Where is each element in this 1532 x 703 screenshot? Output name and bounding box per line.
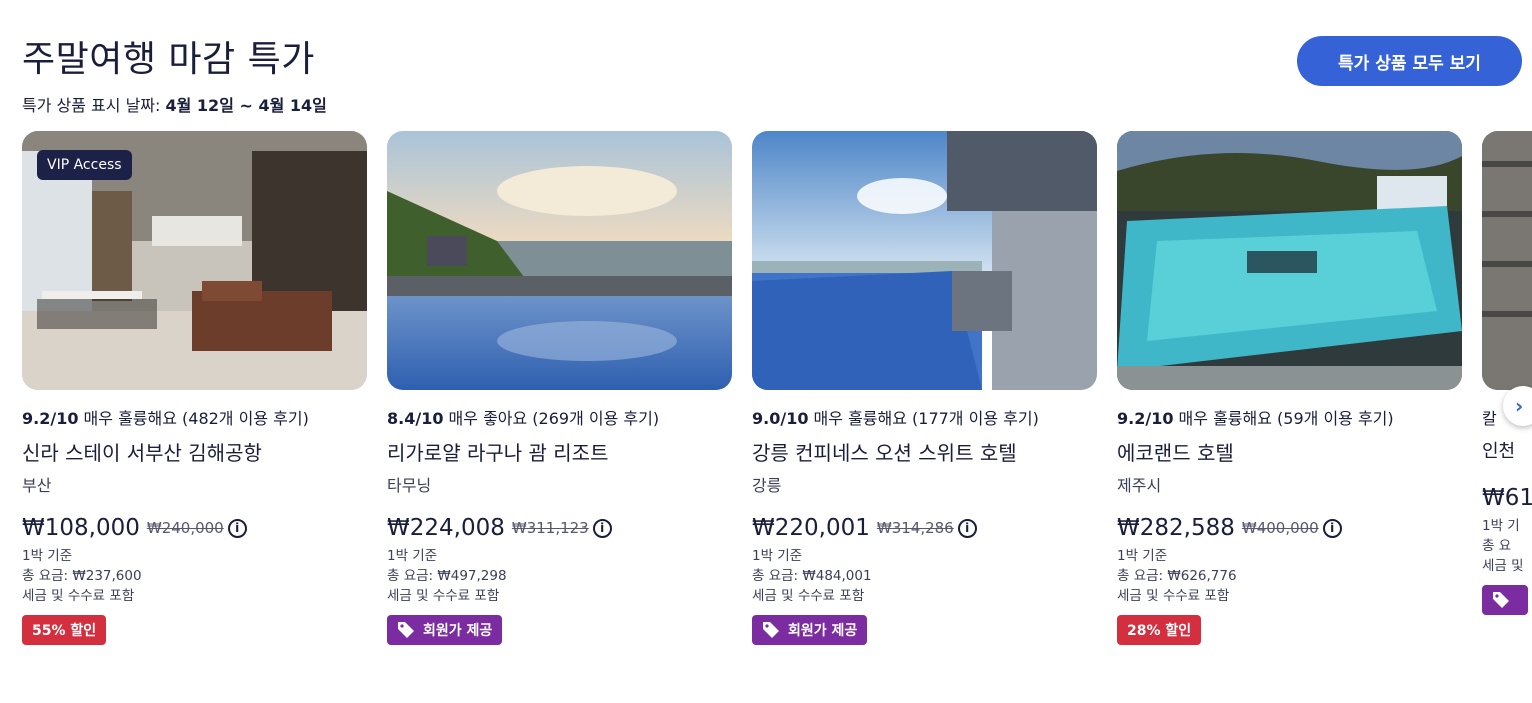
rating-score: 9.2/10 [22,409,79,428]
rating-text: 매우 좋아요 (269개 이용 후기) [443,409,660,428]
deal-date-line: 특가 상품 표시 날짜: 4월 12일 ~ 4월 14일 [22,92,327,116]
info-icon[interactable]: i [592,518,612,538]
see-all-deals-button[interactable]: 특가 상품 모두 보기 [1297,36,1522,86]
hotel-location: 제주시 [1117,476,1162,495]
tax-note: 세금 및 수수료 포함 [22,588,135,604]
rating-text: 매우 훌륭해요 (59개 이용 후기) [1173,409,1394,428]
per-night-label: 1박 기준 [1117,548,1168,564]
price-row: ₩108,000 ₩240,000 i [22,515,367,541]
current-price: ₩220,001 [752,515,870,541]
rating-score: 9.2/10 [1117,409,1174,428]
tax-note: 세금 및 수수료 포함 [387,588,500,604]
current-price: ₩61 [1482,485,1532,511]
hotel-photo[interactable] [1482,131,1532,390]
hotel-name[interactable]: 리가로얄 라구나 괌 리조트 [387,437,732,466]
tax-note: 세금 및 수수료 포함 [752,588,865,604]
hotel-location: 부산 [22,476,52,495]
price-row: ₩282,588 ₩400,000 i [1117,515,1462,541]
hotel-photo[interactable] [752,131,1097,390]
hotel-name[interactable]: 신라 스테이 서부산 김해공항 [22,437,367,466]
total-price: 총 요금: ₩626,776 [1117,568,1237,584]
guest-rating: 8.4/10 매우 좋아요 (269개 이용 후기) [387,405,732,429]
hotel-location: 타무닝 [387,476,432,495]
info-icon[interactable]: i [227,518,247,538]
rating-score: 9.0/10 [752,409,809,428]
tax-note: 세금 및 수수료 포함 [1117,588,1230,604]
price-row: ₩220,001 ₩314,286 i [752,515,1097,541]
member-price-badge [1482,585,1528,615]
hotel-name[interactable]: 강릉 컨피네스 오션 스위트 호텔 [752,437,1097,466]
member-price-label: 회원가 제공 [788,623,858,639]
brick-wall-image [1482,131,1532,390]
hotel-card[interactable]: VIP Access 9.2/10 매우 훌륭해요 (482개 이용 후기) 신… [22,131,367,645]
original-price: ₩400,000 [1241,519,1319,537]
guest-rating: 9.2/10 매우 훌륭해요 (59개 이용 후기) [1117,405,1462,429]
discount-label: 55% 할인 [32,623,97,639]
tag-icon [763,622,779,638]
discount-badge: 28% 할인 [1117,615,1202,645]
info-icon[interactable]: i [957,518,977,538]
current-price: ₩282,588 [1117,515,1235,541]
per-night-label: 1박 기 [1482,518,1520,534]
chevron-right-icon: › [1515,394,1524,418]
discount-label: 28% 할인 [1127,623,1192,639]
per-night-label: 1박 기준 [387,548,438,564]
rating-score: 8.4/10 [387,409,444,428]
hotel-location: 강릉 [752,476,782,495]
guest-rating: 9.0/10 매우 훌륭해요 (177개 이용 후기) [752,405,1097,429]
info-icon[interactable]: i [1322,518,1342,538]
original-price: ₩311,123 [511,519,589,537]
hotel-card[interactable]: 9.0/10 매우 훌륭해요 (177개 이용 후기) 강릉 컨피네스 오션 스… [752,131,1097,645]
night-pool-image [1117,131,1462,390]
hotel-card[interactable]: 칼 인천 ₩61 1박 기 총 요 세금 및 [1482,131,1532,615]
per-night-label: 1박 기준 [22,548,73,564]
vip-access-badge: VIP Access [37,150,132,180]
tax-note: 세금 및 [1482,558,1524,574]
hotel-name[interactable]: 에코랜드 호텔 [1117,437,1462,466]
deals-carousel: VIP Access 9.2/10 매우 훌륭해요 (482개 이용 후기) 신… [22,131,1532,671]
member-price-badge: 회원가 제공 [387,615,503,645]
hotel-photo[interactable] [387,131,732,390]
current-price: ₩108,000 [22,515,140,541]
price-row: ₩224,008 ₩311,123 i [387,515,732,541]
guest-rating: 9.2/10 매우 훌륭해요 (482개 이용 후기) [22,405,367,429]
rating-text: 칼 [1482,409,1497,428]
rating-text: 매우 훌륭해요 (482개 이용 후기) [78,409,309,428]
per-night-label: 1박 기준 [752,548,803,564]
section-title: 주말여행 마감 특가 [22,39,315,80]
resort-pool-image [387,131,732,390]
original-price: ₩314,286 [876,519,954,537]
price-row: ₩61 [1482,485,1532,511]
hotel-name[interactable]: 인천 [1482,437,1532,463]
hotel-photo[interactable] [1117,131,1462,390]
total-price: 총 요금: ₩484,001 [752,568,872,584]
discount-badge: 55% 할인 [22,615,107,645]
member-price-label: 회원가 제공 [423,623,493,639]
total-price: 총 요금: ₩237,600 [22,568,142,584]
rating-text: 매우 훌륭해요 (177개 이용 후기) [808,409,1039,428]
member-price-badge: 회원가 제공 [752,615,868,645]
tag-icon [1493,592,1509,608]
hotel-card[interactable]: 9.2/10 매우 훌륭해요 (59개 이용 후기) 에코랜드 호텔 제주시 ₩… [1117,131,1462,645]
current-price: ₩224,008 [387,515,505,541]
original-price: ₩240,000 [146,519,224,537]
total-price: 총 요 [1482,538,1512,554]
hotel-photo[interactable]: VIP Access [22,131,367,390]
total-price: 총 요금: ₩497,298 [387,568,507,584]
infinity-pool-image [752,131,1097,390]
deal-date-range: 4월 12일 ~ 4월 14일 [165,96,327,115]
hotel-card[interactable]: 8.4/10 매우 좋아요 (269개 이용 후기) 리가로얄 라구나 괌 리조… [387,131,732,645]
deal-date-label: 특가 상품 표시 날짜: [22,96,166,115]
tag-icon [398,622,414,638]
